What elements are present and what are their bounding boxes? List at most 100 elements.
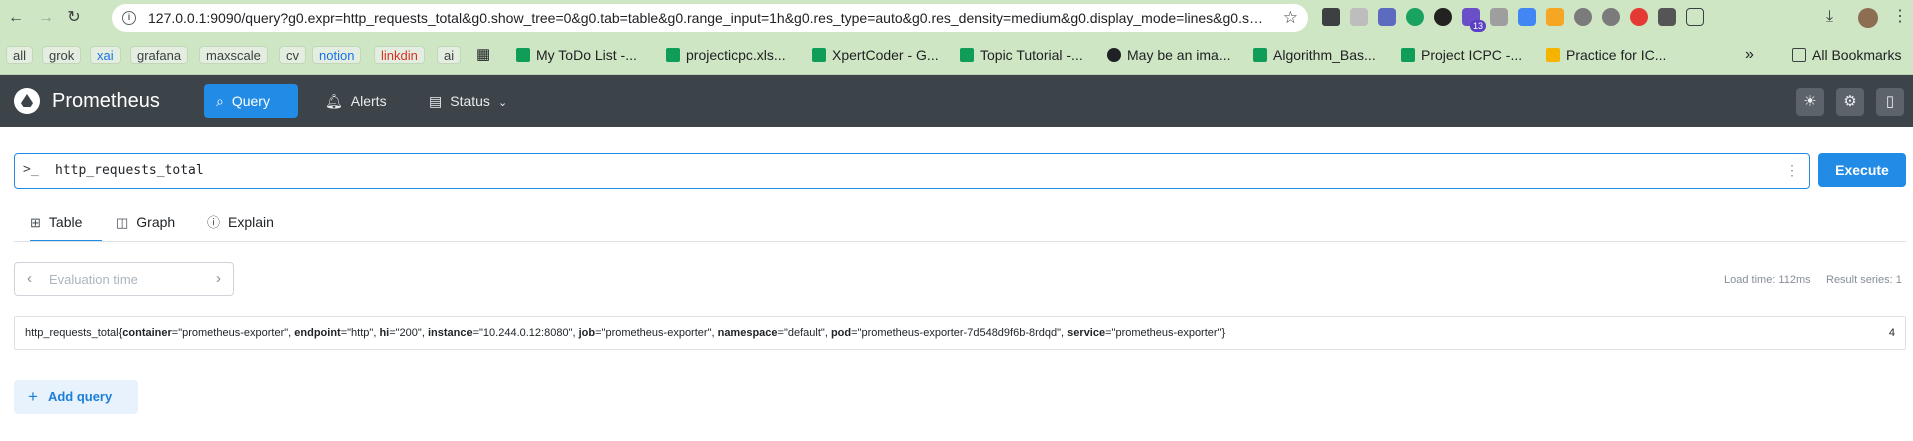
info-icon: ⓘ <box>207 215 221 230</box>
sheets-icon <box>812 48 826 62</box>
nav-query[interactable]: ⌕ Query <box>204 84 298 118</box>
bookmark-item[interactable]: Practice for IC... <box>1546 46 1666 64</box>
label-key: namespace <box>717 327 778 339</box>
nav-status[interactable]: ▤ Status ⌄ <box>417 84 519 118</box>
tab-graph-label: Graph <box>136 214 176 230</box>
bookmark-item[interactable]: Project ICPC -... <box>1401 46 1522 64</box>
chevron-right-icon[interactable]: › <box>216 270 221 287</box>
menu-kebab-icon[interactable]: ⋮ <box>1892 6 1908 28</box>
add-query-button[interactable]: + Add query <box>14 380 138 414</box>
reload-icon[interactable]: ↻ <box>64 8 84 28</box>
bookmark-tag[interactable]: grafana <box>130 46 189 64</box>
apps-grid-icon[interactable]: ▦ <box>476 46 490 64</box>
bookmark-tag[interactable]: notion <box>312 46 362 64</box>
kebab-menu-icon[interactable]: ⋮ <box>1785 162 1799 179</box>
bookmark-item[interactable]: May be an ima... <box>1107 46 1231 64</box>
label-key: job <box>578 327 596 339</box>
label-value: "prometheus-exporter-7d548d9f6b-8rdqd" <box>857 327 1062 339</box>
label-value: "10.244.0.12:8080" <box>479 327 573 339</box>
bookmark-item[interactable]: My ToDo List -... <box>516 46 637 64</box>
extension-icon[interactable] <box>1406 8 1424 26</box>
theme-toggle-icon[interactable]: ☀ <box>1796 88 1824 116</box>
graph-icon: ◫ <box>116 215 129 230</box>
evaluation-time-picker[interactable]: ‹ Evaluation time › <box>14 262 234 296</box>
avatar[interactable] <box>1858 8 1878 28</box>
url-text[interactable]: 127.0.0.1:9090/query?g0.expr=http_reques… <box>148 10 1268 26</box>
bookmark-tag[interactable]: xai <box>90 46 121 64</box>
settings-gear-icon[interactable]: ⚙ <box>1836 88 1864 116</box>
bookmark-item[interactable]: Topic Tutorial -... <box>960 46 1083 64</box>
bookmark-label: Practice for IC... <box>1566 47 1667 63</box>
sheets-icon <box>1253 48 1267 62</box>
bookmark-item[interactable]: Algorithm_Bas... <box>1253 46 1376 64</box>
table-row: http_requests_total{container="prometheu… <box>14 316 1906 350</box>
extension-icon[interactable] <box>1322 8 1340 26</box>
label-key: pod <box>830 327 852 339</box>
add-query-label: Add query <box>47 389 113 404</box>
bookmark-tag[interactable]: cv <box>279 46 306 64</box>
bookmark-tag[interactable]: all <box>6 46 34 64</box>
label-value: "200" <box>395 327 422 339</box>
extension-icon[interactable] <box>1490 8 1508 26</box>
expression-input[interactable]: >_ http_requests_total ⋮ <box>14 153 1810 189</box>
server-icon: ▤ <box>429 93 443 109</box>
site-info-icon[interactable]: i <box>122 11 136 25</box>
wordpress-icon[interactable] <box>1574 8 1592 26</box>
docs-book-icon[interactable]: ▯ <box>1876 88 1904 116</box>
metric-name: http_requests_total <box>25 327 119 339</box>
bookmark-tag[interactable]: linkdin <box>374 46 425 64</box>
label-key: endpoint <box>294 327 341 339</box>
address-bar[interactable]: i 127.0.0.1:9090/query?g0.expr=http_requ… <box>112 4 1308 32</box>
nav-alerts-label: Alerts <box>350 93 387 109</box>
folder-icon <box>1792 48 1806 62</box>
more-bookmarks-button[interactable]: » <box>1745 46 1754 64</box>
extension-badge: 13 <box>1469 20 1486 32</box>
label-value: "prometheus-exporter" <box>601 327 712 339</box>
label-key: service <box>1067 327 1106 339</box>
chevron-left-icon[interactable]: ‹ <box>27 270 32 287</box>
label-close-brace: } <box>1221 327 1226 339</box>
tab-table[interactable]: ⊞ Table <box>30 206 102 242</box>
load-time: Load time: 112ms <box>1724 274 1811 286</box>
label-value: "prometheus-exporter" <box>1111 327 1222 339</box>
tab-explain[interactable]: ⓘ Explain <box>207 206 274 242</box>
bookmark-star-icon[interactable]: ☆ <box>1283 8 1298 28</box>
evaluation-time-input[interactable]: Evaluation time <box>49 272 138 287</box>
sheets-icon <box>960 48 974 62</box>
bookmark-tag[interactable]: maxscale <box>199 46 268 64</box>
bookmark-tag[interactable]: grok <box>42 46 82 64</box>
bell-icon: 🔔︎ <box>325 93 343 109</box>
all-bookmarks-button[interactable]: All Bookmarks <box>1792 46 1901 64</box>
extension-icon[interactable] <box>1630 8 1648 26</box>
nav-status-label: Status <box>450 93 490 109</box>
prometheus-logo-icon[interactable] <box>14 88 40 114</box>
app-title[interactable]: Prometheus <box>52 89 160 113</box>
execute-button[interactable]: Execute <box>1818 153 1906 187</box>
extension-icon[interactable] <box>1350 8 1368 26</box>
wordpress-icon[interactable] <box>1602 8 1620 26</box>
extension-icon[interactable] <box>1658 8 1676 26</box>
tab-graph[interactable]: ◫ Graph <box>116 206 175 242</box>
label-value: "prometheus-exporter" <box>178 327 289 339</box>
nav-query-label: Query <box>231 93 270 109</box>
bookmark-item[interactable]: projecticpc.xls... <box>666 46 786 64</box>
app-navbar: Prometheus ⌕ Query 🔔︎ Alerts ▤ Status ⌄ ☀ ⚙ … <box>0 75 1913 127</box>
chevron-down-icon: ⌄ <box>497 97 508 109</box>
forward-icon[interactable]: → <box>36 8 56 28</box>
sheets-icon <box>1401 48 1415 62</box>
extension-icon[interactable] <box>1434 8 1452 26</box>
bookmark-tag[interactable]: ai <box>437 46 462 64</box>
back-icon[interactable]: ← <box>6 8 26 28</box>
bookmark-item[interactable]: XpertCoder - G... <box>812 46 939 64</box>
extension-icon[interactable]: 13 <box>1462 8 1486 32</box>
extension-icon[interactable] <box>1378 8 1396 26</box>
label-key: instance <box>427 327 473 339</box>
label-value: "default" <box>783 327 825 339</box>
nav-alerts[interactable]: 🔔︎ Alerts <box>313 84 399 118</box>
tabs-divider <box>14 241 1906 242</box>
puzzle-icon[interactable] <box>1686 8 1704 26</box>
expression-text[interactable]: http_requests_total <box>55 163 204 178</box>
translate-icon[interactable] <box>1518 8 1536 26</box>
download-icon[interactable]: ⤓ <box>1826 6 1833 28</box>
extension-icon[interactable] <box>1546 8 1564 26</box>
